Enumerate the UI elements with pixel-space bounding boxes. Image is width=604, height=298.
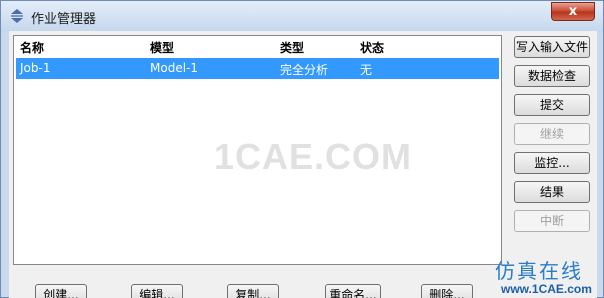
list-header: 名称 模型 类型 状态	[14, 36, 501, 56]
continue-button[interactable]: 继续	[514, 123, 590, 145]
write-input-file-button[interactable]: 写入输入文件	[514, 36, 590, 58]
logo-title: 仿真在线	[495, 259, 583, 283]
job-manager-window: 作业管理器 x 名称 模型 类型 状态 Job-1 Model-1 完全分析 无…	[0, 0, 604, 298]
edit-button[interactable]: 编辑...	[131, 284, 183, 298]
window-title: 作业管理器	[31, 12, 97, 27]
table-row[interactable]: Job-1 Model-1 完全分析 无	[16, 58, 499, 79]
create-button[interactable]: 创建...	[35, 284, 87, 298]
cell-model: Model-1	[150, 61, 198, 75]
cell-type: 完全分析	[280, 63, 329, 77]
cell-status: 无	[360, 63, 373, 77]
kill-button[interactable]: 中断	[514, 210, 590, 232]
monitor-button[interactable]: 监控...	[514, 152, 590, 174]
column-header-name[interactable]: 名称	[20, 39, 44, 56]
job-list[interactable]: 名称 模型 类型 状态 Job-1 Model-1 完全分析 无 1CAE.CO…	[13, 35, 502, 265]
column-header-status[interactable]: 状态	[360, 39, 384, 56]
watermark: 1CAE.COM	[214, 136, 413, 177]
submit-button[interactable]: 提交	[514, 94, 590, 116]
rename-button[interactable]: 重命名...	[325, 284, 381, 298]
column-header-type[interactable]: 类型	[280, 39, 304, 56]
column-header-model[interactable]: 模型	[150, 39, 174, 56]
data-check-button[interactable]: 数据检查	[514, 65, 590, 87]
delete-button[interactable]: 删除...	[421, 284, 473, 298]
copy-button[interactable]: 复制...	[227, 284, 279, 298]
site-logo: 仿真在线 www.1CAE.com	[487, 255, 604, 298]
close-button[interactable]: x	[551, 2, 595, 21]
close-icon: x	[568, 4, 578, 19]
title-bar[interactable]: 作业管理器 x	[1, 1, 603, 31]
cell-name: Job-1	[20, 61, 51, 75]
app-icon	[11, 9, 23, 23]
logo-url: www.1CAE.com	[501, 282, 592, 296]
results-button[interactable]: 结果	[514, 181, 590, 203]
